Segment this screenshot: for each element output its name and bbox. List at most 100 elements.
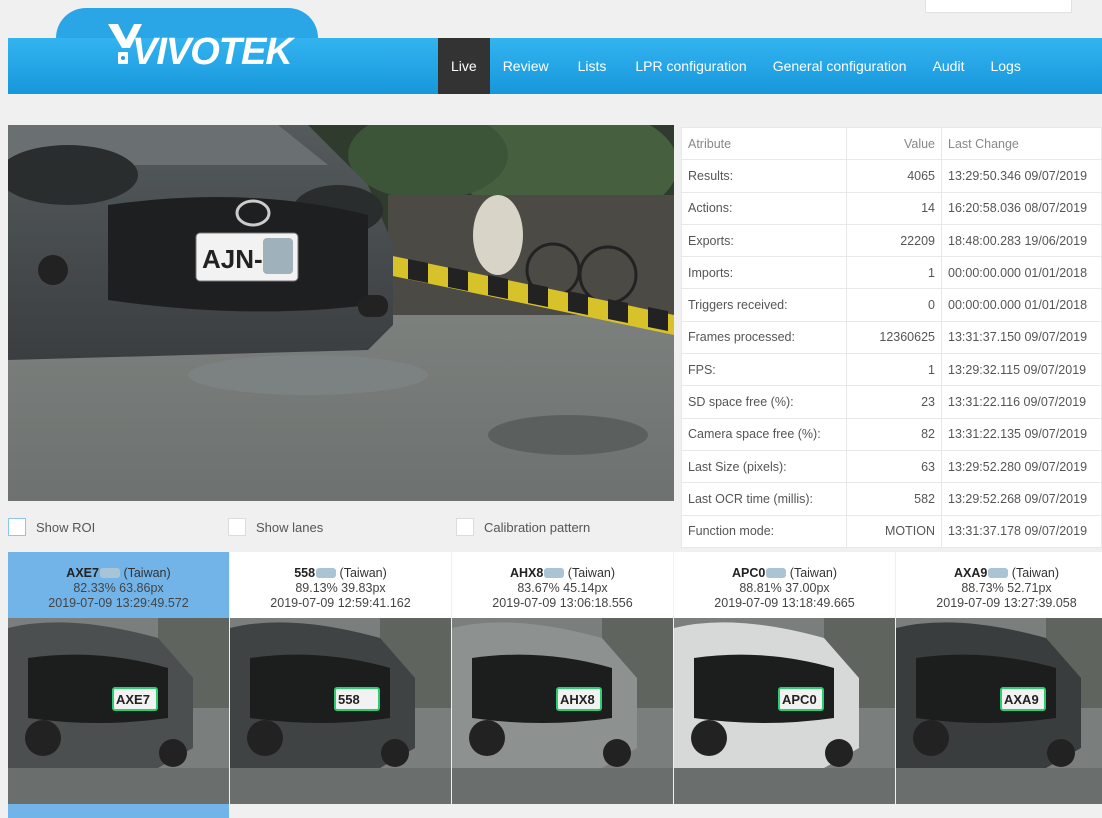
nav-review[interactable]: Review bbox=[490, 38, 562, 94]
cell-value: 63 bbox=[846, 449, 942, 484]
header-last-change: Last Change bbox=[941, 126, 1102, 161]
detection-timestamp: 2019-07-09 13:29:49.572 bbox=[48, 596, 189, 610]
nav-logs[interactable]: Logs bbox=[977, 38, 1033, 94]
cell-value: 582 bbox=[846, 482, 942, 516]
detection-card[interactable]: 558 (Taiwan) 89.13% 39.83px 2019-07-09 12:… bbox=[230, 552, 451, 804]
table-row: Last Size (pixels): 63 13:29:52.280 09/07/… bbox=[681, 449, 1102, 484]
show-roi-checkbox[interactable] bbox=[8, 518, 26, 536]
main-nav: Live Review Lists LPR configuration General … bbox=[438, 38, 1034, 94]
live-video[interactable]: AJN-5 bbox=[8, 125, 674, 501]
table-row: Function mode: MOTION 13:31:37.178 09/07/2… bbox=[681, 514, 1102, 548]
thumb-plate-overlay: AXA9 bbox=[1004, 692, 1039, 707]
plate-blur bbox=[988, 568, 1009, 578]
show-roi-label: Show ROI bbox=[36, 519, 96, 535]
table-row: Triggers received: 0 00:00:00.000 01/01/20… bbox=[681, 288, 1102, 322]
plate-country: (Taiwan) bbox=[567, 566, 616, 580]
table-row: Actions: 14 16:20:58.036 08/07/2019 bbox=[681, 191, 1102, 225]
brand-text: VIVOTEK bbox=[132, 31, 295, 73]
detection-card[interactable]: AHX8 (Taiwan) 83.67% 45.14px 2019-07-09 13… bbox=[452, 552, 673, 804]
plate-blur bbox=[99, 568, 120, 578]
detection-card[interactable]: AXE7 (Taiwan) 82.33% 63.86px 2019-07-09 13… bbox=[8, 552, 229, 818]
detection-plate: AXA9 (Taiwan) bbox=[896, 566, 1102, 581]
cell-attribute: Exports: bbox=[681, 223, 847, 258]
plate-text: AXA9 bbox=[953, 566, 988, 580]
calibration-label: Calibration pattern bbox=[484, 519, 591, 535]
detection-image: AXE7 bbox=[8, 618, 229, 804]
cell-attribute: Camera space free (%): bbox=[681, 417, 847, 451]
cell-value: MOTION bbox=[846, 514, 942, 548]
cell-attribute: Last Size (pixels): bbox=[681, 449, 847, 484]
nav-live[interactable]: Live bbox=[438, 38, 490, 94]
detection-metrics: 82.33% 63.86px bbox=[73, 581, 164, 595]
detection-metrics: 88.81% 37.00px bbox=[739, 581, 830, 595]
cell-last-change: 00:00:00.000 01/01/2018 bbox=[941, 256, 1102, 290]
nav-audit[interactable]: Audit bbox=[920, 38, 978, 94]
attribute-table: Atribute Value Last Change Results: 4065 1… bbox=[681, 126, 1102, 548]
thumb-plate-overlay: APC0 bbox=[782, 692, 817, 707]
table-row: Exports: 22209 18:48:00.283 19/06/2019 bbox=[681, 223, 1102, 258]
cell-value: 0 bbox=[846, 288, 942, 322]
header-attribute: Atribute bbox=[681, 126, 847, 161]
cell-last-change: 13:31:37.150 09/07/2019 bbox=[941, 320, 1102, 355]
thumb-plate-overlay: AHX8 bbox=[560, 692, 595, 707]
detection-image: AXA9 bbox=[896, 618, 1102, 804]
detection-card[interactable]: AXA9 (Taiwan) 88.73% 52.71px 2019-07-09 13… bbox=[896, 552, 1102, 804]
cell-last-change: 13:29:52.280 09/07/2019 bbox=[941, 449, 1102, 484]
cell-last-change: 18:48:00.283 19/06/2019 bbox=[941, 223, 1102, 258]
show-lanes-label: Show lanes bbox=[256, 519, 324, 535]
cell-attribute: SD space free (%): bbox=[681, 385, 847, 419]
nav-lpr-configuration[interactable]: LPR configuration bbox=[622, 38, 759, 94]
plate-country: (Taiwan) bbox=[789, 566, 838, 580]
detection-image: AHX8 bbox=[452, 618, 673, 804]
header-value: Value bbox=[846, 126, 942, 161]
thumb-plate-overlay: AXE7 bbox=[116, 692, 150, 707]
cell-attribute: Imports: bbox=[681, 256, 847, 290]
plate-text: 558 bbox=[294, 566, 316, 580]
plate-blur bbox=[766, 568, 787, 578]
detection-timestamp: 2019-07-09 13:06:18.556 bbox=[492, 596, 633, 610]
top-search-field[interactable] bbox=[925, 0, 1072, 13]
cell-last-change: 00:00:00.000 01/01/2018 bbox=[941, 288, 1102, 322]
show-roi-option[interactable]: Show ROI bbox=[8, 516, 95, 538]
cell-last-change: 13:29:32.115 09/07/2019 bbox=[941, 353, 1102, 387]
cell-value: 1 bbox=[846, 256, 942, 290]
show-lanes-option[interactable]: Show lanes bbox=[228, 516, 323, 538]
cell-attribute: Actions: bbox=[681, 191, 847, 225]
cell-last-change: 13:29:50.346 09/07/2019 bbox=[941, 159, 1102, 193]
cell-attribute: Results: bbox=[681, 159, 847, 193]
cell-value: 1 bbox=[846, 353, 942, 387]
calibration-checkbox[interactable] bbox=[456, 518, 474, 536]
cell-value: 82 bbox=[846, 417, 942, 451]
detection-timestamp: 2019-07-09 13:27:39.058 bbox=[936, 596, 1077, 610]
table-row: SD space free (%): 23 13:31:22.116 09/07/2… bbox=[681, 385, 1102, 419]
cell-attribute: Last OCR time (millis): bbox=[681, 482, 847, 516]
show-lanes-checkbox[interactable] bbox=[228, 518, 246, 536]
table-row: Results: 4065 13:29:50.346 09/07/2019 bbox=[681, 159, 1102, 193]
detection-timestamp: 2019-07-09 12:59:41.162 bbox=[270, 596, 411, 610]
cell-value: 14 bbox=[846, 191, 942, 225]
cell-attribute: Function mode: bbox=[681, 514, 847, 548]
plate-country: (Taiwan) bbox=[1011, 566, 1060, 580]
plate-country: (Taiwan) bbox=[339, 566, 387, 580]
vivotek-logo: VIVOTEK bbox=[108, 24, 296, 73]
nav-general-configuration[interactable]: General configuration bbox=[760, 38, 920, 94]
table-header-row: Atribute Value Last Change bbox=[681, 126, 1102, 161]
table-row: FPS: 1 13:29:32.115 09/07/2019 bbox=[681, 353, 1102, 387]
cell-attribute: FPS: bbox=[681, 353, 847, 387]
plate-blur bbox=[544, 568, 565, 578]
table-row: Frames processed: 12360625 13:31:37.150 09… bbox=[681, 320, 1102, 355]
table-row: Last OCR time (millis): 582 13:29:52.268 0… bbox=[681, 482, 1102, 516]
calibration-option[interactable]: Calibration pattern bbox=[456, 516, 590, 538]
detection-image: 558 bbox=[230, 618, 451, 804]
plate-text: APC0 bbox=[731, 566, 766, 580]
detection-metrics: 89.13% 39.83px bbox=[295, 581, 386, 595]
detection-image: APC0 bbox=[674, 618, 895, 804]
cell-last-change: 13:31:22.135 09/07/2019 bbox=[941, 417, 1102, 451]
detection-card[interactable]: APC0 (Taiwan) 88.81% 37.00px 2019-07-09 13… bbox=[674, 552, 895, 804]
cell-last-change: 13:29:52.268 09/07/2019 bbox=[941, 482, 1102, 516]
table-row: Imports: 1 00:00:00.000 01/01/2018 bbox=[681, 256, 1102, 290]
cell-value: 22209 bbox=[846, 223, 942, 258]
cell-value: 4065 bbox=[846, 159, 942, 193]
nav-lists[interactable]: Lists bbox=[562, 38, 623, 94]
table-row: Camera space free (%): 82 13:31:22.135 09/… bbox=[681, 417, 1102, 451]
